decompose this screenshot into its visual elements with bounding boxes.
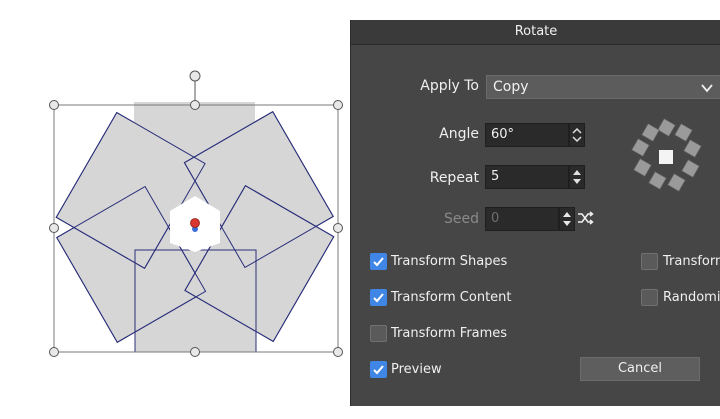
- dialog-title: Rotate: [351, 20, 720, 45]
- checkmark-icon: [373, 257, 384, 267]
- transform-shapes-checkbox[interactable]: [370, 253, 387, 270]
- rotation-handle[interactable]: [189, 70, 201, 82]
- handle-bottom-center[interactable]: [190, 347, 200, 357]
- transform-content-label: Transform Content: [391, 290, 512, 305]
- handle-middle-right[interactable]: [333, 223, 343, 233]
- angle-spinner[interactable]: [569, 123, 585, 147]
- apply-to-label: Apply To: [420, 78, 479, 94]
- checkmark-icon: [373, 365, 384, 375]
- rotate-preview-icon: [621, 112, 713, 208]
- transform-frames-checkbox[interactable]: [370, 325, 387, 342]
- shuffle-icon[interactable]: [577, 210, 595, 230]
- handle-bottom-left[interactable]: [49, 347, 59, 357]
- design-canvas[interactable]: [0, 0, 350, 419]
- handle-middle-left[interactable]: [49, 223, 59, 233]
- pivot-point-red[interactable]: [190, 218, 200, 228]
- angle-label: Angle: [439, 126, 479, 142]
- apply-to-value: Copy: [493, 79, 529, 95]
- apply-to-select[interactable]: Copy: [486, 75, 720, 99]
- transform-frames-label: Transform Frames: [391, 326, 508, 341]
- preview-label: Preview: [391, 362, 442, 377]
- seed-spinner[interactable]: [559, 207, 575, 231]
- randomize-checkbox[interactable]: [641, 289, 658, 306]
- transform-content-checkbox[interactable]: [370, 289, 387, 306]
- repeat-spinner[interactable]: [569, 165, 585, 189]
- cancel-button[interactable]: Cancel: [580, 357, 700, 381]
- handle-bottom-right[interactable]: [333, 347, 343, 357]
- chevron-down-icon: [700, 80, 714, 102]
- repeat-input[interactable]: 5: [485, 165, 569, 189]
- preview-checkbox[interactable]: [370, 361, 387, 378]
- checkmark-icon: [373, 293, 384, 303]
- up-down-arrows-icon: [573, 170, 581, 184]
- transform-right-label: Transform: [663, 254, 720, 269]
- up-down-arrows-icon: [563, 212, 571, 226]
- seed-label: Seed: [444, 211, 479, 227]
- handle-top-right[interactable]: [333, 100, 343, 110]
- rotate-dialog: Rotate Apply To Copy Angle 60° Repeat 5 …: [350, 20, 720, 406]
- up-down-spinner-icon: [572, 127, 582, 143]
- seed-input[interactable]: 0: [485, 207, 559, 231]
- angle-input[interactable]: 60°: [485, 123, 569, 147]
- transform-shapes-label: Transform Shapes: [391, 254, 508, 269]
- handle-top-left[interactable]: [49, 100, 59, 110]
- repeat-label: Repeat: [429, 170, 479, 186]
- randomize-label: Randomi: [663, 290, 720, 305]
- handle-top-center[interactable]: [190, 100, 200, 110]
- transform-right-checkbox[interactable]: [641, 253, 658, 270]
